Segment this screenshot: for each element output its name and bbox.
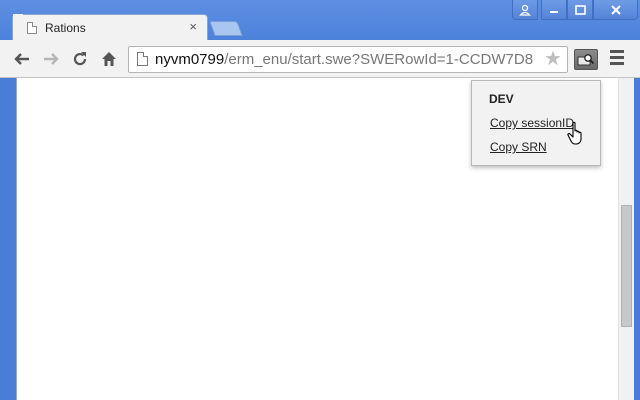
copy-session-id-link[interactable]: Copy sessionID — [490, 116, 574, 130]
new-tab-button[interactable] — [209, 21, 243, 36]
window-frame — [634, 78, 640, 400]
popup-title: DEV — [489, 92, 514, 106]
maximize-icon[interactable] — [567, 0, 593, 20]
title-bar: Rations × — [0, 0, 640, 41]
vertical-scrollbar[interactable] — [618, 78, 634, 400]
page-icon — [27, 22, 37, 34]
toolbar: nyvm0799/erm_enu/start.swe?SWERowId=1-CC… — [0, 40, 640, 78]
extension-icon[interactable] — [574, 49, 598, 70]
address-bar[interactable]: nyvm0799/erm_enu/start.swe?SWERowId=1-CC… — [128, 46, 568, 73]
url-host: nyvm0799 — [155, 51, 225, 68]
close-icon[interactable] — [593, 0, 638, 20]
home-icon[interactable] — [98, 49, 120, 69]
hand-cursor-icon — [567, 121, 582, 145]
back-arrow-icon[interactable] — [11, 49, 33, 69]
forward-arrow-icon[interactable] — [40, 49, 62, 69]
page-info-icon[interactable] — [137, 52, 148, 66]
url-text[interactable]: nyvm0799/erm_enu/start.swe?SWERowId=1-CC… — [155, 51, 545, 69]
minimize-icon[interactable] — [541, 0, 567, 20]
browser-window: Rations × nyvm0799/erm_enu/start.swe?SWE… — [0, 0, 640, 400]
user-icon[interactable] — [512, 0, 538, 20]
url-path: /erm_enu/start.swe?SWERowId=1-CCDW7D8 — [224, 51, 534, 68]
reload-icon[interactable] — [69, 49, 91, 69]
tab-rations[interactable]: Rations × — [12, 14, 208, 41]
copy-srn-link[interactable]: Copy SRN — [490, 140, 547, 154]
scrollbar-thumb[interactable] — [621, 205, 632, 327]
menu-icon[interactable] — [609, 50, 625, 68]
bookmark-star-icon[interactable]: ★ — [543, 48, 563, 70]
tab-title: Rations — [45, 21, 86, 35]
tab-close-icon[interactable]: × — [189, 20, 197, 34]
